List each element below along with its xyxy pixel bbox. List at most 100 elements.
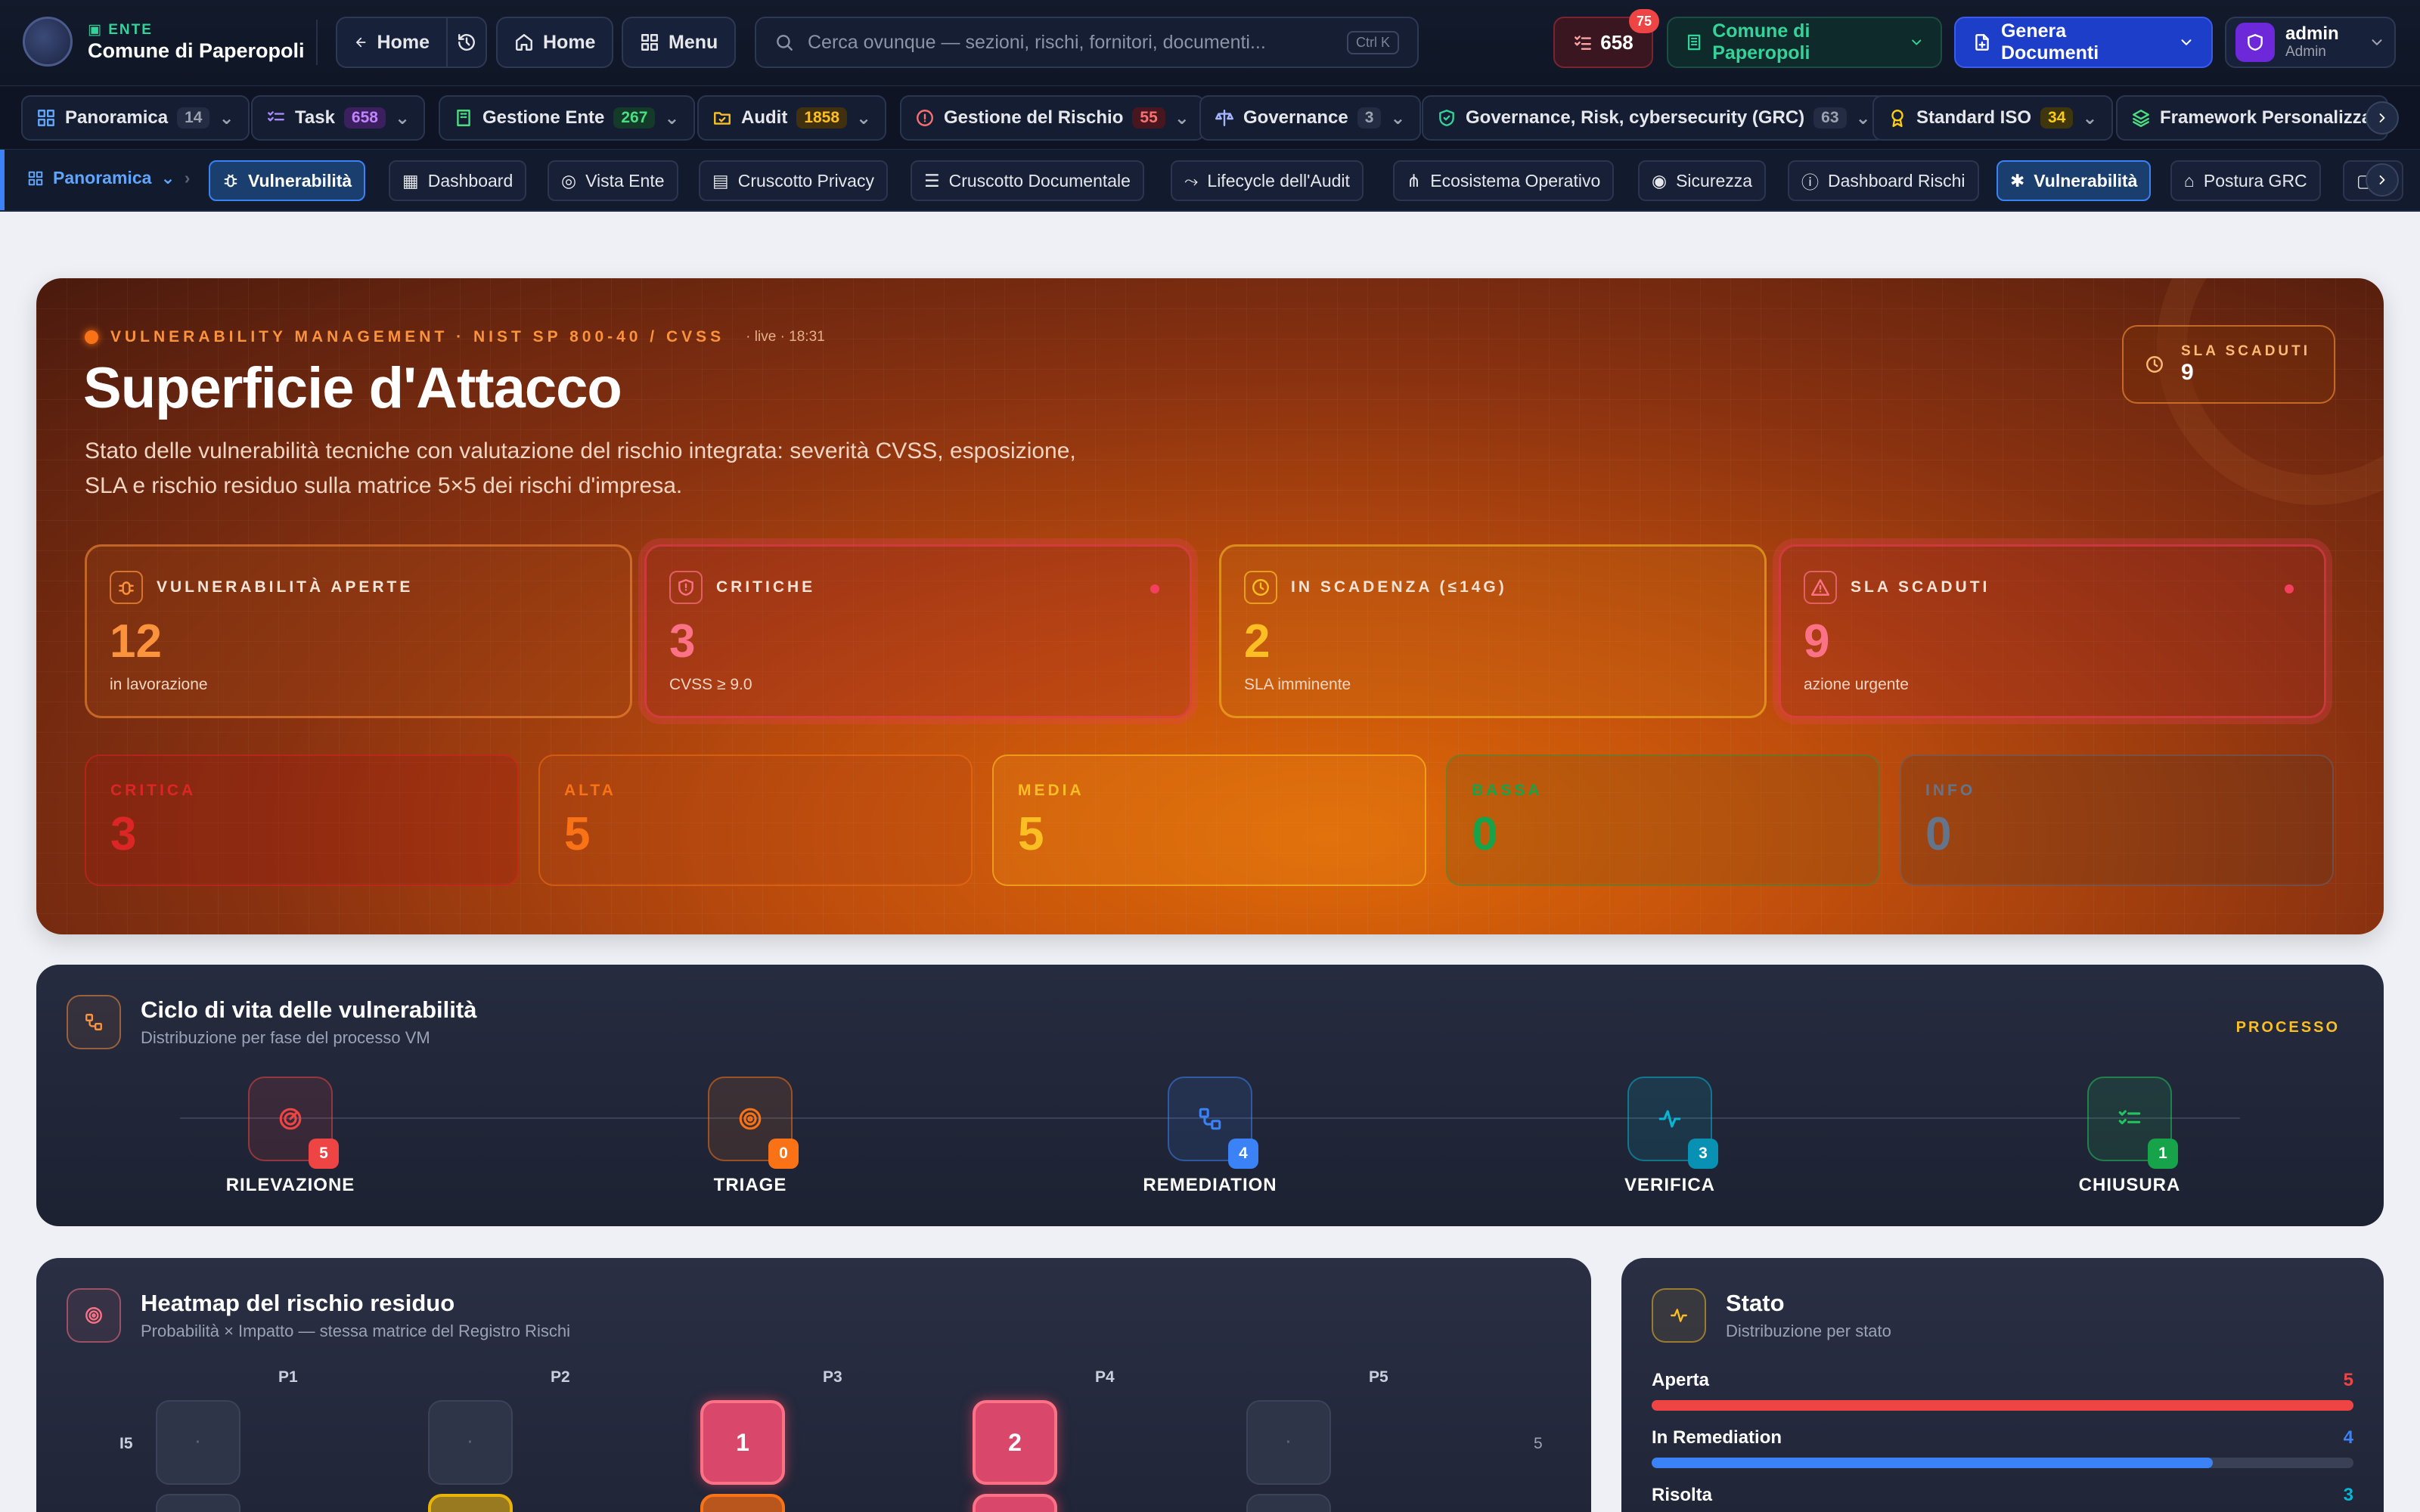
tab-vulnerabilita[interactable]: ✱ Vulnerabilità	[1996, 160, 2152, 201]
kpi-expiring[interactable]: IN SCADENZA (≤14G) 2 SLA imminente	[1219, 544, 1767, 718]
stage-chiusura[interactable]: 1 CHIUSURA	[2039, 1077, 2220, 1196]
module-gestione-ente[interactable]: Gestione Ente 267 ⌄	[439, 95, 695, 141]
chevron-down-icon: ⌄	[664, 107, 680, 129]
tab-dashboard-rischi[interactable]: ⓘ Dashboard Rischi	[1788, 160, 1979, 201]
home-button[interactable]: Home	[496, 17, 614, 68]
generate-documents-button[interactable]: Genera Documenti	[1954, 17, 2213, 68]
shield-check-icon	[1439, 110, 1454, 126]
alert-dot-icon	[2285, 584, 2294, 593]
module-audit[interactable]: Audit 1858 ⌄	[697, 95, 887, 141]
chevron-down-icon: ⌄	[1390, 107, 1406, 129]
module-panoramica[interactable]: Panoramica 14 ⌄	[21, 95, 250, 141]
back-button[interactable]: Home	[336, 17, 448, 68]
heatmap-cell[interactable]	[156, 1494, 240, 1512]
history-button[interactable]	[446, 17, 487, 68]
tab-cruscotto-documentale[interactable]: ☰ Cruscotto Documentale	[911, 160, 1144, 201]
ente-selector[interactable]: Comune di Paperopoli	[1667, 17, 1942, 68]
heatmap-cell[interactable]: 2	[973, 1400, 1057, 1485]
tab-ecosistema-operativo[interactable]: ⋔ Ecosistema Operativo	[1393, 160, 1615, 201]
module-grc[interactable]: Governance, Risk, cybersecurity (GRC) 63…	[1422, 95, 1886, 141]
tab-lifecycle-audit[interactable]: ⤳ Lifecycle dell'Audit	[1171, 160, 1364, 201]
chevron-down-icon: ⌄	[160, 168, 175, 187]
status-row[interactable]: Risolta 3	[1652, 1485, 2353, 1512]
process-tag: PROCESSO	[2235, 1019, 2340, 1036]
section-tabs: Panoramica ⌄ › Vulnerabilità ▦ Dashboard …	[0, 150, 2420, 212]
module-standard-iso[interactable]: Standard ISO 34 ⌄	[1872, 95, 2113, 141]
heatmap-cell[interactable]	[973, 1494, 1057, 1512]
status-row[interactable]: Aperta 5	[1652, 1370, 2353, 1411]
grid-icon	[28, 171, 43, 185]
stage-rilevazione[interactable]: 5 RILEVAZIONE	[200, 1077, 381, 1196]
stage-verifica[interactable]: 3 VERIFICA	[1579, 1077, 1761, 1196]
current-section-tab[interactable]: Vulnerabilità	[209, 160, 366, 201]
sla-expired-badge[interactable]: SLA SCADUTI 9	[2122, 325, 2335, 404]
module-framework[interactable]: Framework Personalizzati	[2116, 95, 2388, 141]
tab-postura-grc[interactable]: ⌂ Postura GRC	[2170, 160, 2321, 201]
heatmap-cell[interactable]: ·	[1246, 1400, 1331, 1485]
shield-icon	[2248, 34, 2263, 51]
live-dot-icon	[85, 330, 98, 344]
ente-logo[interactable]	[23, 17, 73, 67]
award-icon	[1891, 110, 1903, 128]
status-card: Stato Distribuzione per stato Aperta 5 I…	[1621, 1258, 2384, 1512]
home-icon	[516, 34, 532, 51]
heatmap-cell[interactable]	[700, 1494, 785, 1512]
shortcut-hint: Ctrl K	[1347, 30, 1399, 54]
divider	[316, 20, 318, 65]
severity-critica[interactable]: CRITICA 3	[85, 754, 519, 886]
severity-info[interactable]: INFO 0	[1900, 754, 2334, 886]
tabs-scroll-right-button[interactable]	[2366, 163, 2399, 197]
stage-triage[interactable]: 0 TRIAGE	[659, 1077, 841, 1196]
status-bar-fill	[1652, 1400, 2353, 1411]
search-input[interactable]: Cerca ovunque — sezioni, rischi, fornito…	[755, 17, 1419, 68]
module-task[interactable]: Task 658 ⌄	[251, 95, 426, 141]
pulse-icon: 3	[1627, 1077, 1718, 1169]
attack-surface-hero: VULNERABILITY MANAGEMENT · NIST SP 800-4…	[36, 278, 2384, 934]
tab-cruscotto-privacy[interactable]: ▤ Cruscotto Privacy	[699, 160, 888, 201]
status-subtitle: Distribuzione per stato	[1726, 1321, 1891, 1340]
tab-dashboard[interactable]: ▦ Dashboard	[389, 160, 527, 201]
tab-sicurezza[interactable]: ◉ Sicurezza	[1638, 160, 1767, 201]
ente-tag: ▣ ENTE	[88, 22, 153, 38]
heatmap-cell[interactable]	[1246, 1494, 1331, 1512]
module-governance[interactable]: Governance 3 ⌄	[1199, 95, 1421, 141]
grid-icon: ▦	[402, 170, 419, 191]
row-header: I5	[119, 1435, 133, 1452]
landmark-icon: ⌂	[2184, 170, 2195, 191]
status-bar-fill	[1652, 1458, 2214, 1468]
history-icon	[458, 34, 475, 51]
kpi-open-vulnerabilities[interactable]: VULNERABILITÀ APERTE 12 in lavorazione	[85, 544, 632, 718]
chevron-down-icon: ⌄	[219, 107, 234, 129]
heatmap-cell[interactable]: ·	[156, 1400, 240, 1485]
checklist-icon	[1575, 36, 1592, 50]
severity-alta[interactable]: ALTA 5	[538, 754, 973, 886]
severity-media[interactable]: MEDIA 5	[992, 754, 1426, 886]
hero-eyebrow: VULNERABILITY MANAGEMENT · NIST SP 800-4…	[85, 328, 825, 346]
building-icon	[1687, 34, 1701, 51]
arrow-left-icon	[356, 37, 366, 48]
kpi-critical[interactable]: CRITICHE 3 CVSS ≥ 9.0	[644, 544, 1192, 718]
route-icon: ⤳	[1184, 170, 1199, 191]
lifecycle-subtitle: Distribuzione per fase del processo VM	[141, 1028, 430, 1047]
status-row[interactable]: In Remediation 4	[1652, 1427, 2353, 1468]
col-header: P1	[278, 1368, 298, 1386]
modules-scroll-right-button[interactable]	[2366, 101, 2399, 135]
kpi-sla-expired[interactable]: SLA SCADUTI 9 azione urgente	[1779, 544, 2326, 718]
severity-bassa[interactable]: BASSA 0	[1446, 754, 1880, 886]
chevron-down-icon	[2372, 39, 2382, 45]
heatmap-cell[interactable]	[428, 1494, 513, 1512]
heatmap-cell[interactable]: 1	[700, 1400, 785, 1485]
chevron-down-icon: ⌄	[2082, 107, 2098, 129]
user-menu[interactable]: admin Admin	[2225, 17, 2396, 68]
col-header: P5	[1369, 1368, 1388, 1386]
module-gestione-rischio[interactable]: Gestione del Rischio 55 ⌄	[900, 95, 1205, 141]
heatmap-cell[interactable]: ·	[428, 1400, 513, 1485]
stage-remediation[interactable]: 4 REMEDIATION	[1119, 1077, 1301, 1196]
network-icon: ⋔	[1407, 170, 1422, 191]
tab-vista-ente[interactable]: ◎ Vista Ente	[548, 160, 678, 201]
menu-button[interactable]: Menu	[622, 17, 737, 68]
compass-icon: ◎	[561, 170, 577, 191]
radar-icon: ◉	[1652, 170, 1668, 191]
lifecycle-title: Ciclo di vita delle vulnerabilità	[141, 996, 477, 1023]
breadcrumb[interactable]: Panoramica ⌄ ›	[27, 168, 190, 188]
